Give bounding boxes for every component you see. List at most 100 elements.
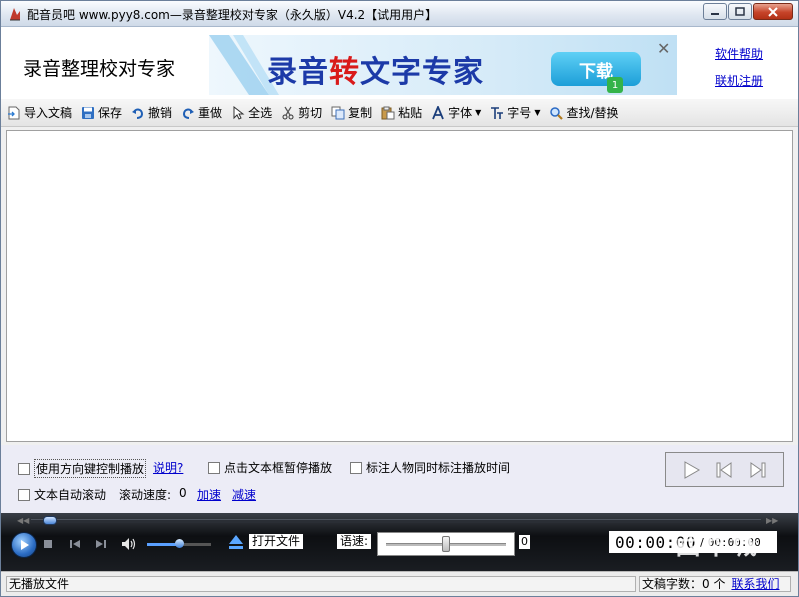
volume-handle[interactable]: [175, 539, 184, 548]
click-pause-checkbox[interactable]: [208, 461, 220, 474]
font-caret-icon: ▼: [475, 108, 482, 117]
title-bar[interactable]: 配音员吧 www.pyy8.com—录音整理校对专家（永久版）V4.2【试用用户…: [1, 1, 798, 27]
rewind-icon[interactable]: [714, 460, 734, 480]
scroll-speed-value: 0: [179, 486, 187, 500]
close-button[interactable]: [753, 3, 793, 20]
header-band: 录音整理校对专家 录音转文字专家 下载 1 ✕ 软件帮助 联机注册: [1, 27, 798, 99]
cut-button[interactable]: 剪切: [281, 104, 322, 121]
stop-icon[interactable]: [43, 539, 53, 549]
find-replace-button[interactable]: 查找/替换: [549, 104, 619, 121]
paste-icon: [381, 106, 395, 119]
mini-control-panel: [665, 452, 784, 487]
help-link[interactable]: 软件帮助: [715, 45, 763, 62]
banner-text-part2: 文字专家: [360, 55, 484, 90]
mark-time-label: 标注人物同时标注播放时间: [366, 461, 511, 475]
speech-rate-label: 语速:: [337, 534, 372, 549]
mark-time-checkbox[interactable]: [350, 461, 362, 474]
cursor-icon: [233, 105, 245, 120]
cut-label: 剪切: [298, 106, 323, 120]
select-all-label: 全选: [248, 106, 273, 120]
forward-icon[interactable]: [748, 460, 768, 480]
click-pause-option[interactable]: 点击文本框暂停播放: [208, 459, 332, 476]
next-icon[interactable]: [95, 539, 107, 549]
copy-icon: [331, 106, 345, 119]
arrow-keys-option[interactable]: 使用方向键控制播放: [18, 459, 147, 478]
banner-download-button[interactable]: 下载: [551, 52, 641, 86]
speed-up-link[interactable]: 加速: [197, 486, 221, 503]
font-size-label: 字号: [507, 106, 532, 120]
play-icon[interactable]: [681, 460, 701, 480]
redo-icon: [183, 108, 195, 119]
status-bar: 无播放文件 文稿字数：0 个 联系我们: [1, 571, 798, 596]
previous-icon[interactable]: [69, 539, 81, 549]
scroll-speed-label: 滚动速度:: [119, 488, 172, 502]
speech-rate-slider[interactable]: [377, 532, 515, 556]
import-icon: [8, 106, 20, 119]
select-all-button[interactable]: 全选: [231, 104, 272, 121]
arrow-keys-label: 使用方向键控制播放: [34, 459, 147, 478]
play-icon: [21, 540, 29, 550]
font-size-button[interactable]: 字号 ▼: [490, 104, 540, 121]
register-link[interactable]: 联机注册: [715, 72, 763, 89]
app-window: 配音员吧 www.pyy8.com—录音整理校对专家（永久版）V4.2【试用用户…: [0, 0, 799, 597]
banner-text-highlight: 转: [329, 55, 360, 90]
banner-text: 录音转文字专家: [267, 47, 484, 91]
redo-label: 重做: [198, 106, 223, 120]
auto-scroll-option[interactable]: 文本自动滚动: [18, 486, 106, 503]
seek-bar[interactable]: [31, 519, 761, 523]
ad-banner[interactable]: 录音转文字专家 下载 1 ✕: [209, 35, 677, 95]
undo-icon: [132, 108, 144, 119]
redo-button[interactable]: 重做: [181, 104, 222, 121]
seek-handle[interactable]: [42, 516, 57, 525]
slow-down-link[interactable]: 减速: [232, 486, 256, 503]
word-count-panel: 文稿字数：0 个 联系我们: [639, 576, 791, 592]
import-label: 导入文稿: [24, 106, 73, 120]
seek-start-icon: ◀◀: [17, 516, 30, 525]
font-size-caret-icon: ▼: [534, 108, 541, 117]
file-status: 无播放文件: [6, 576, 636, 592]
eject-icon[interactable]: [227, 533, 245, 551]
click-pause-label: 点击文本框暂停播放: [224, 461, 333, 475]
app-name: 录音整理校对专家: [23, 58, 176, 80]
copy-button[interactable]: 复制: [331, 104, 372, 121]
arrow-keys-checkbox[interactable]: [18, 462, 30, 475]
find-replace-label: 查找/替换: [566, 106, 619, 120]
mark-time-option[interactable]: 标注人物同时标注播放时间: [350, 459, 510, 476]
window-title: 配音员吧 www.pyy8.com—录音整理校对专家（永久版）V4.2【试用用户…: [27, 8, 438, 22]
font-button[interactable]: 字体 ▼: [431, 104, 481, 121]
watermark: 西华城: [675, 531, 760, 561]
text-editor[interactable]: [6, 130, 793, 442]
undo-button[interactable]: 撤销: [131, 104, 172, 121]
volume-icon[interactable]: [121, 537, 137, 551]
paste-label: 粘贴: [398, 106, 423, 120]
banner-text-part1: 录音: [267, 55, 329, 90]
search-icon: [550, 106, 564, 120]
speech-rate-handle[interactable]: [442, 536, 450, 552]
close-icon: [768, 6, 778, 17]
font-size-icon: [491, 106, 504, 119]
minimize-button[interactable]: [703, 3, 727, 20]
auto-scroll-label: 文本自动滚动: [34, 488, 107, 502]
undo-label: 撤销: [148, 106, 173, 120]
maximize-button[interactable]: [728, 3, 752, 20]
contact-link[interactable]: 联系我们: [731, 577, 779, 591]
maximize-icon: [735, 7, 745, 16]
open-file-button[interactable]: 打开文件: [249, 534, 304, 549]
speech-rate-value: 0: [519, 535, 530, 549]
font-label: 字体: [448, 106, 473, 120]
auto-scroll-checkbox[interactable]: [18, 488, 30, 501]
description-link[interactable]: 说明?: [153, 459, 183, 476]
minimize-icon: [711, 12, 719, 15]
paste-button[interactable]: 粘贴: [381, 104, 422, 121]
scissors-icon: [282, 106, 294, 119]
play-button[interactable]: [11, 532, 37, 558]
save-label: 保存: [98, 106, 123, 120]
save-icon: [82, 106, 95, 119]
save-button[interactable]: 保存: [81, 104, 122, 121]
banner-close-icon[interactable]: ✕: [657, 39, 670, 58]
word-count: 文稿字数：0 个: [642, 577, 726, 591]
font-icon: [432, 105, 444, 119]
app-icon: [10, 8, 20, 21]
banner-download-badge: 1: [607, 77, 623, 93]
import-button[interactable]: 导入文稿: [7, 104, 72, 121]
